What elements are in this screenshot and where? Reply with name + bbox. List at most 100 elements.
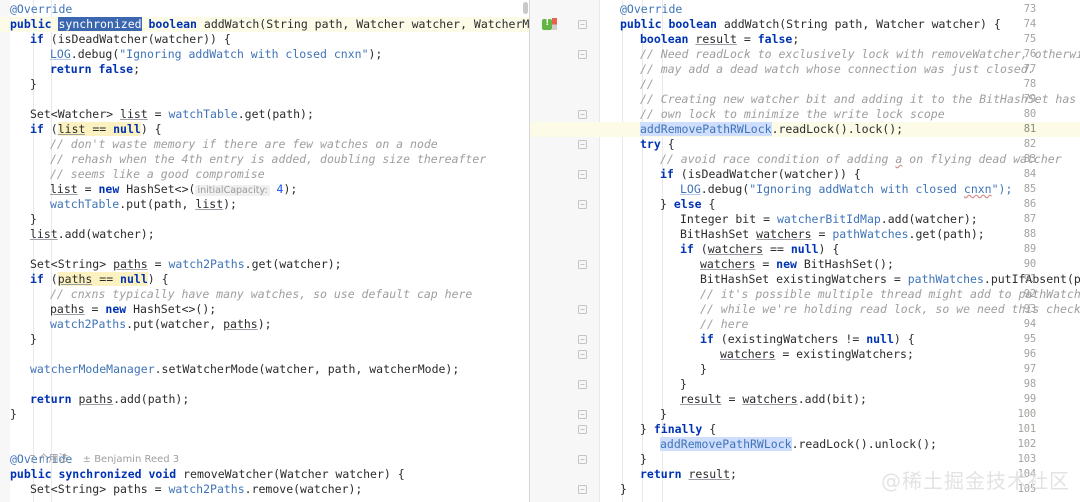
code-line[interactable]: watcherModeManager.setWatcherMode(watche…	[0, 362, 529, 377]
line-number: 86	[1023, 198, 1036, 210]
fold-toggle-icon[interactable]	[577, 347, 588, 362]
code-line[interactable]: BitHashSet existingWatchers = pathWatche…	[530, 272, 1080, 287]
code-line[interactable]: }	[530, 407, 1080, 422]
code-line[interactable]: addRemovePathRWLock.readLock().unlock();	[530, 437, 1080, 452]
code-line[interactable]: }	[530, 362, 1080, 377]
code-token: =	[77, 182, 99, 196]
code-line[interactable]: // may add a dead watch whose connection…	[530, 62, 1080, 77]
code-line[interactable]: // seems like a good compromise	[0, 167, 529, 182]
code-line[interactable]: // it's possible multiple thread might a…	[530, 287, 1080, 302]
code-line[interactable]: watchTable.put(path, list);	[0, 197, 529, 212]
code-token: ==	[763, 242, 791, 256]
code-token: BitHashSet();	[796, 257, 894, 271]
code-line[interactable]: // rehash when the 4th entry is added, d…	[0, 152, 529, 167]
line-number: 74	[1023, 18, 1036, 30]
code-line[interactable]: if (paths == null) {	[0, 272, 529, 287]
code-line[interactable]: @Override	[0, 2, 529, 17]
code-line[interactable]: }	[0, 332, 529, 347]
code-line[interactable]: Integer bit = watcherBitIdMap.add(watche…	[530, 212, 1080, 227]
code-line[interactable]: }	[0, 77, 529, 92]
code-line[interactable]: boolean result = false;	[530, 32, 1080, 47]
code-line[interactable]: LOG.debug("Ignoring addWatch with closed…	[530, 182, 1080, 197]
code-token: "Ignoring addWatch with	[749, 182, 916, 196]
code-line[interactable]: if (watchers == null) {	[530, 242, 1080, 257]
code-line[interactable]: @Override	[530, 2, 1080, 17]
code-line[interactable]: addRemovePathRWLock.readLock().lock();	[530, 122, 1080, 137]
code-line[interactable]: }	[530, 377, 1080, 392]
code-line[interactable]: return paths.add(path);	[0, 392, 529, 407]
code-token: .readLock().lock();	[771, 122, 904, 136]
code-line[interactable]	[0, 92, 529, 107]
fold-toggle-icon[interactable]	[577, 377, 588, 392]
code-line[interactable]: // Creating new watcher bit and adding i…	[530, 92, 1080, 107]
fold-toggle-icon[interactable]	[577, 422, 588, 437]
diff-pane-left[interactable]: @Override public synchronized boolean add…	[0, 0, 530, 502]
code-line[interactable]: // Need readLock to exclusively lock wit…	[530, 47, 1080, 62]
lightbulb-icon[interactable]	[542, 18, 552, 30]
fold-toggle-icon[interactable]	[577, 482, 588, 497]
code-line[interactable]: Set<String> paths = watch2Paths.remove(w…	[0, 482, 529, 497]
code-line[interactable]: }	[0, 212, 529, 227]
code-line[interactable]: Set<String> paths = watch2Paths.get(watc…	[0, 257, 529, 272]
code-line[interactable]	[0, 377, 529, 392]
code-line[interactable]: watchers = new BitHashSet();	[530, 257, 1080, 272]
code-line[interactable]: if (isDeadWatcher(watcher)) {	[0, 32, 529, 47]
right-code-area[interactable]: @Override public boolean addWatch(String …	[530, 0, 1080, 502]
code-token: =	[147, 107, 169, 121]
code-line[interactable]: Set<Watcher> list = watchTable.get(path)…	[0, 107, 529, 122]
code-token: (	[693, 242, 708, 256]
code-line[interactable]: // here	[530, 317, 1080, 332]
fold-toggle-icon[interactable]	[577, 332, 588, 347]
code-line[interactable]: list.add(watcher);	[0, 227, 529, 242]
fold-toggle-icon[interactable]	[577, 17, 588, 32]
code-line[interactable]: // while we're holding read lock, so we …	[530, 302, 1080, 317]
fold-toggle-icon[interactable]	[577, 137, 588, 152]
left-pane-scrollbar-thumb[interactable]	[523, 2, 528, 14]
code-line[interactable]: public synchronized void removeWatcher(W…	[0, 467, 529, 482]
fold-toggle-icon[interactable]	[577, 47, 588, 62]
code-line[interactable]: } else {	[530, 197, 1080, 212]
code-line[interactable]: }	[0, 407, 529, 422]
code-line[interactable]: BitHashSet watchers = pathWatches.get(pa…	[530, 227, 1080, 242]
fold-toggle-icon[interactable]	[577, 197, 588, 212]
code-line[interactable]: if (existingWatchers != null) {	[530, 332, 1080, 347]
code-line[interactable]: LOG.debug("Ignoring addWatch with closed…	[0, 47, 529, 62]
code-line[interactable]: public synchronized boolean addWatch(Str…	[0, 17, 529, 32]
intention-bulb-icon[interactable]	[542, 18, 560, 30]
code-line[interactable]: public boolean addWatch(String path, Wat…	[530, 17, 1080, 32]
code-line[interactable]: paths = new HashSet<>();	[0, 302, 529, 317]
usages-hint[interactable]: 7 个用法 ± Benjamin Reed 3	[0, 437, 179, 465]
code-line[interactable]: // avoid race condition of adding a on f…	[530, 152, 1080, 167]
usages-count[interactable]: 7 个用法	[29, 454, 69, 465]
code-line[interactable]: watchers = existingWatchers;	[530, 347, 1080, 362]
diff-pane-right[interactable]: @Override public boolean addWatch(String …	[530, 0, 1080, 502]
fold-toggle-icon[interactable]	[577, 167, 588, 182]
line-number: 95	[1023, 333, 1036, 345]
code-line[interactable]	[0, 242, 529, 257]
code-token: // here	[700, 317, 749, 331]
code-line[interactable]: try {	[530, 137, 1080, 152]
code-line[interactable]: // cnxns typically have many watches, so…	[0, 287, 529, 302]
code-line[interactable]: } finally {	[530, 422, 1080, 437]
fold-toggle-icon[interactable]	[577, 407, 588, 422]
fold-toggle-icon[interactable]	[577, 452, 588, 467]
usages-author[interactable]: ± Benjamin Reed 3	[83, 454, 180, 465]
code-line[interactable]: // don't waste memory if there are few w…	[0, 137, 529, 152]
code-line[interactable]: if (list == null) {	[0, 122, 529, 137]
left-code-area[interactable]: @Override public synchronized boolean add…	[0, 0, 529, 502]
line-number: 91	[1023, 273, 1036, 285]
code-line[interactable]: list = new HashSet<>(initialCapacity: 4)…	[0, 182, 529, 197]
code-token: .add(watcher);	[880, 212, 978, 226]
code-line[interactable]: if (isDeadWatcher(watcher)) {	[530, 167, 1080, 182]
fold-toggle-icon[interactable]	[577, 107, 588, 122]
code-line[interactable]: // own lock to minimize the write lock s…	[530, 107, 1080, 122]
code-token: paths	[57, 272, 93, 286]
code-line[interactable]: watch2Paths.put(watcher, paths);	[0, 317, 529, 332]
fold-toggle-icon[interactable]	[577, 257, 588, 272]
code-line[interactable]	[0, 347, 529, 362]
code-line[interactable]: result = watchers.add(bit);	[530, 392, 1080, 407]
fold-toggle-icon[interactable]	[577, 302, 588, 317]
code-line[interactable]	[0, 422, 529, 437]
code-line[interactable]: //	[530, 77, 1080, 92]
code-line[interactable]: return false;	[0, 62, 529, 77]
